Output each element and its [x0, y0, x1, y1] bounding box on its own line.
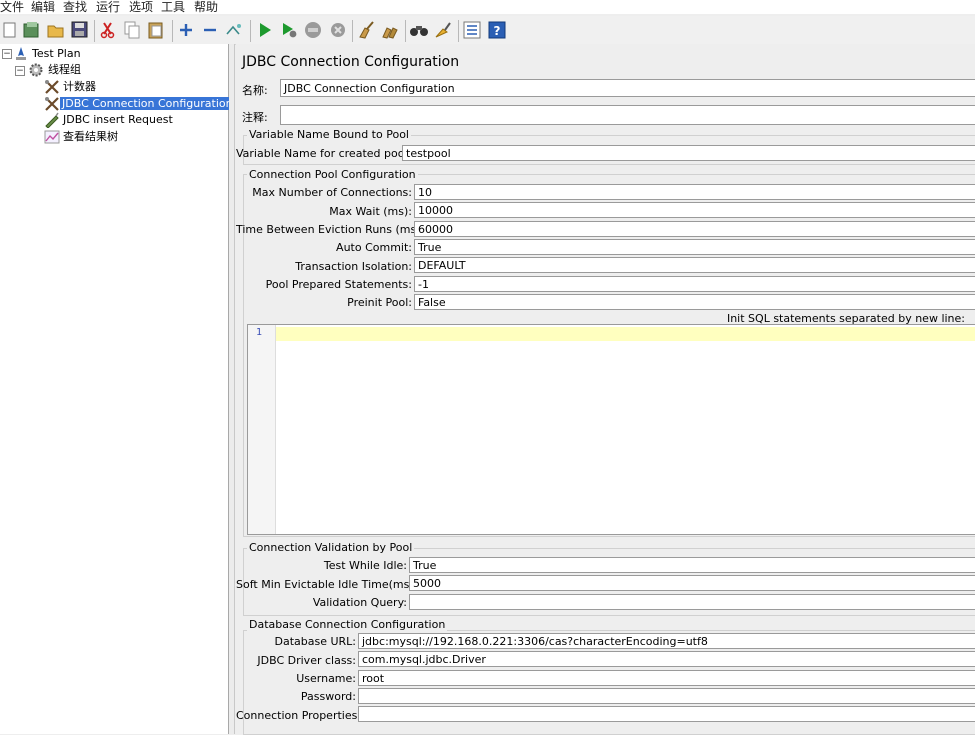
- tree-node-jdbc-connection-configuration[interactable]: JDBC Connection Configuration: [60, 96, 235, 112]
- save-icon[interactable]: [70, 20, 90, 40]
- validation-query-label: Validation Query:: [312, 596, 407, 609]
- templates-icon[interactable]: [22, 20, 42, 40]
- tree-node-test-plan[interactable]: Test Plan: [30, 46, 83, 62]
- test-plan-tree: − Test Plan − 线程组 计数器 JDBC Connection Co…: [0, 44, 235, 734]
- toolbar-separator: [172, 20, 173, 42]
- line-number: 1: [256, 327, 263, 338]
- toolbar: ?: [0, 16, 975, 45]
- copy-icon[interactable]: [122, 20, 142, 40]
- collapse-icon[interactable]: [200, 20, 220, 40]
- config-panel: JDBC Connection Configuration 名称: JDBC C…: [236, 44, 975, 735]
- reset-search-icon[interactable]: [433, 20, 453, 40]
- pool-variable-field[interactable]: testpool: [402, 145, 975, 161]
- auto-commit-label: Auto Commit:: [336, 241, 412, 254]
- username-field[interactable]: root: [358, 670, 975, 686]
- expand-icon[interactable]: [176, 20, 196, 40]
- database-connection-group-title: Database Connection Configuration: [247, 618, 448, 631]
- menu-help[interactable]: 帮助: [194, 0, 218, 15]
- max-wait-label: Max Wait (ms):: [329, 205, 412, 218]
- tree-node-jdbc-insert-request[interactable]: JDBC insert Request: [61, 112, 175, 128]
- pool-variable-label: Variable Name for created pool:: [236, 147, 412, 160]
- function-helper-icon[interactable]: [462, 20, 482, 40]
- driver-class-field[interactable]: com.mysql.jdbc.Driver: [358, 651, 975, 667]
- name-label: 名称:: [242, 84, 268, 97]
- toggle-icon[interactable]: [224, 20, 244, 40]
- clear-all-icon[interactable]: [380, 20, 400, 40]
- listener-chart-icon: [44, 129, 60, 145]
- tree-collapse-toggle[interactable]: −: [15, 66, 25, 76]
- max-connections-field[interactable]: 10: [414, 184, 975, 200]
- toolbar-separator: [250, 20, 251, 42]
- variable-name-group-title: Variable Name Bound to Pool: [247, 128, 411, 141]
- new-icon[interactable]: [0, 20, 20, 40]
- validation-group-title: Connection Validation by Pool: [247, 541, 415, 554]
- tree-node-view-results-tree[interactable]: 查看结果树: [61, 129, 120, 145]
- page-title: JDBC Connection Configuration: [242, 54, 460, 70]
- split-pane-divider[interactable]: [229, 44, 235, 734]
- connection-properties-label: Connection Properties:: [236, 709, 362, 722]
- gear-icon: [28, 62, 44, 78]
- tree-node-thread-group[interactable]: 线程组: [46, 62, 83, 78]
- search-icon[interactable]: [409, 20, 429, 40]
- sampler-pencil-icon: [44, 112, 60, 129]
- comment-field[interactable]: [280, 105, 975, 125]
- test-while-idle-select[interactable]: True: [409, 557, 975, 573]
- menu-search[interactable]: 查找: [63, 0, 87, 15]
- toolbar-separator: [94, 20, 95, 42]
- start-icon[interactable]: [255, 20, 275, 40]
- tree-node-counter[interactable]: 计数器: [61, 79, 98, 95]
- test-plan-icon: [13, 46, 29, 62]
- shutdown-icon[interactable]: [328, 20, 348, 40]
- preinit-pool-label: Preinit Pool:: [347, 296, 412, 309]
- stop-icon[interactable]: [303, 20, 323, 40]
- prepared-statements-label: Pool Prepared Statements:: [265, 278, 412, 291]
- toolbar-separator: [458, 20, 459, 42]
- config-tools-icon: [44, 96, 60, 112]
- preinit-pool-select[interactable]: False: [414, 294, 975, 310]
- validation-query-field[interactable]: [409, 594, 975, 610]
- start-no-pause-icon[interactable]: [279, 20, 299, 40]
- open-icon[interactable]: [46, 20, 66, 40]
- menu-run[interactable]: 运行: [96, 0, 120, 15]
- svg-text:?: ?: [494, 24, 501, 38]
- eviction-runs-label: Time Between Eviction Runs (ms):: [236, 223, 425, 236]
- evictable-idle-label: Soft Min Evictable Idle Time(ms):: [236, 578, 418, 591]
- max-wait-field[interactable]: 10000: [414, 202, 975, 218]
- line-number-gutter: [248, 325, 276, 534]
- eviction-runs-field[interactable]: 60000: [414, 221, 975, 237]
- menu-file[interactable]: 文件: [0, 0, 24, 15]
- connection-properties-field[interactable]: [358, 706, 975, 722]
- prepared-statements-field[interactable]: -1: [414, 276, 975, 292]
- database-url-label: Database URL:: [274, 635, 356, 648]
- pool-configuration-group-title: Connection Pool Configuration: [247, 168, 418, 181]
- tree-collapse-toggle[interactable]: −: [2, 49, 12, 59]
- cut-icon[interactable]: [98, 20, 118, 40]
- menu-bar: 文件 编辑 查找 运行 选项 工具 帮助: [0, 0, 975, 14]
- auto-commit-select[interactable]: True: [414, 239, 975, 255]
- name-field[interactable]: JDBC Connection Configuration: [280, 79, 975, 97]
- init-sql-editor[interactable]: 1: [247, 324, 975, 535]
- toolbar-separator: [352, 20, 353, 42]
- password-field[interactable]: [358, 688, 975, 704]
- evictable-idle-field[interactable]: 5000: [409, 575, 975, 591]
- comment-label: 注释:: [242, 111, 268, 124]
- driver-class-label: JDBC Driver class:: [257, 654, 356, 667]
- config-tools-icon: [44, 79, 60, 95]
- transaction-isolation-label: Transaction Isolation:: [295, 260, 412, 273]
- transaction-isolation-select[interactable]: DEFAULT: [414, 257, 975, 273]
- database-url-field[interactable]: jdbc:mysql://192.168.0.221:3306/cas?char…: [358, 633, 975, 649]
- current-line-highlight: [276, 327, 975, 341]
- menu-edit[interactable]: 编辑: [31, 0, 55, 15]
- help-icon[interactable]: ?: [487, 20, 507, 40]
- test-while-idle-label: Test While Idle:: [323, 559, 407, 572]
- max-connections-label: Max Number of Connections:: [252, 186, 412, 199]
- menu-tools[interactable]: 工具: [161, 0, 185, 15]
- paste-icon[interactable]: [146, 20, 166, 40]
- username-label: Username:: [296, 672, 356, 685]
- menu-options[interactable]: 选项: [129, 0, 153, 15]
- password-label: Password:: [300, 690, 356, 703]
- toolbar-separator: [405, 20, 406, 42]
- clear-icon[interactable]: [356, 20, 376, 40]
